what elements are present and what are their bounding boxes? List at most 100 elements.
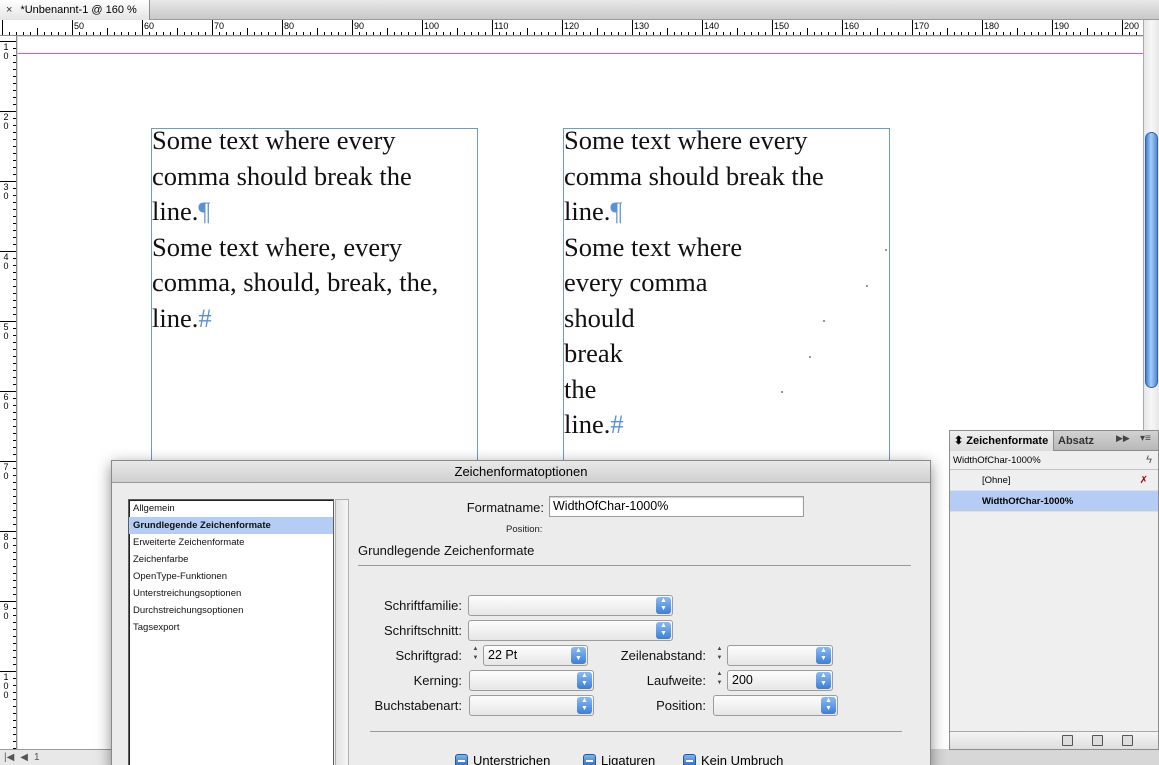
panel-menu-icon[interactable]: ▾≡ — [1140, 433, 1151, 444]
tracking-stepper[interactable]: ▲ ▼ — [713, 670, 726, 691]
format-name-input[interactable]: WidthOfChar-1000% — [549, 496, 804, 517]
ruler-tick — [13, 363, 16, 364]
leading-select[interactable]: ▲ ▼ — [727, 645, 833, 666]
ruler-tick — [13, 335, 16, 336]
scrollbar-thumb[interactable] — [1145, 132, 1158, 388]
ruler-tick — [702, 20, 703, 35]
divider — [370, 731, 902, 732]
category-item[interactable]: Durchstreichungsoptionen — [129, 602, 333, 619]
style-item-widthofchar[interactable]: WidthOfChar-1000% — [950, 491, 1158, 512]
ruler-tick — [13, 251, 16, 252]
ruler-tick — [611, 32, 612, 35]
ruler-tick — [576, 32, 577, 35]
category-item[interactable]: Allgemein — [129, 500, 333, 517]
ruler-tick — [13, 720, 16, 721]
new-style-icon[interactable] — [1092, 735, 1103, 746]
category-item[interactable]: Tagsexport — [129, 619, 333, 636]
ruler-tick — [13, 118, 16, 119]
lightning-icon[interactable]: ϟ — [1146, 451, 1152, 470]
ruler-tick — [1045, 32, 1046, 35]
ruler-tick — [772, 20, 773, 35]
category-item[interactable]: Grundlegende Zeichenformate — [129, 517, 333, 534]
ruler-tick — [793, 32, 794, 35]
ruler-tick — [933, 32, 934, 35]
ruler-tick — [13, 160, 16, 161]
text-line: break — [564, 338, 623, 368]
ruler-tick — [13, 566, 16, 567]
ligatures-checkbox[interactable]: Ligaturen — [583, 753, 655, 765]
no-break-checkbox[interactable]: Kein Umbruch — [683, 753, 783, 765]
ruler-tick — [996, 32, 997, 35]
position-caption: Position: — [506, 524, 543, 535]
kerning-select[interactable]: ▲ ▼ — [469, 670, 594, 691]
horizontal-ruler[interactable]: 50 60 70 80 90 100 110 120 130 140 150 160 170 180 190… — [0, 20, 1143, 36]
font-style-select[interactable]: ▲ ▼ — [468, 620, 673, 641]
ruler-tick — [163, 32, 164, 35]
ruler-tick — [13, 734, 16, 735]
ruler-tick — [436, 32, 437, 35]
underline-checkbox[interactable]: Unterstrichen — [455, 753, 550, 765]
ruler-tick — [13, 188, 16, 189]
expand-icon[interactable]: ▶▶ — [1116, 433, 1130, 444]
text-line: line.# — [564, 409, 624, 439]
prev-page-icon[interactable]: ◀ — [20, 752, 28, 763]
ruler-tick — [13, 391, 16, 392]
tab-zeichenformate[interactable]: ⬍ Zeichenformate — [950, 431, 1054, 451]
ruler-tick — [114, 32, 115, 35]
ruler-tick — [492, 20, 493, 35]
case-select[interactable]: ▲ ▼ — [469, 695, 594, 716]
font-family-select[interactable]: ▲ ▼ — [468, 595, 673, 616]
ruler-tick — [457, 28, 458, 35]
ruler-tick — [989, 32, 990, 35]
close-icon[interactable]: × — [6, 4, 12, 16]
vertical-ruler[interactable]: 10 20 30 40 50 60 70 80 90 100 — [0, 36, 17, 749]
category-item[interactable]: Zeichenfarbe — [129, 551, 333, 568]
ruler-tick — [744, 32, 745, 35]
ruler-tick — [863, 32, 864, 35]
style-item-ohne[interactable]: [Ohne] ✗ — [950, 470, 1158, 491]
trash-icon[interactable] — [1122, 735, 1133, 746]
document-tab[interactable]: × *Unbenannt-1 @ 160 % — [0, 0, 150, 20]
text-frame-right-content[interactable]: Some text where every comma should break … — [564, 123, 824, 443]
category-item[interactable]: OpenType-Funktionen — [129, 568, 333, 585]
ruler-tick — [100, 32, 101, 35]
ruler-tick — [387, 28, 388, 35]
panel-tabs: ⬍ Zeichenformate Absatz ▶▶ ▾≡ — [950, 431, 1158, 451]
ruler-tick — [170, 32, 171, 35]
page-number[interactable]: 1 — [34, 752, 40, 763]
vertical-scrollbar[interactable] — [1143, 20, 1159, 430]
font-size-stepper[interactable]: ▲ ▼ — [469, 645, 482, 666]
position-select[interactable]: ▲ ▼ — [713, 695, 838, 716]
ruler-tick — [135, 32, 136, 35]
ruler-tick — [695, 32, 696, 35]
ruler-tick — [268, 32, 269, 35]
ruler-tick — [415, 32, 416, 35]
tracking-select[interactable]: 200 ▲ ▼ — [727, 670, 833, 691]
tab-absatz[interactable]: Absatz — [1054, 431, 1098, 451]
hidden-char-dot — [885, 249, 887, 251]
ruler-label: 180 — [984, 21, 1000, 31]
ruler-tick — [289, 32, 290, 35]
ruler-tick — [478, 32, 479, 35]
ruler-tick — [632, 20, 633, 35]
hidden-char-dot — [823, 320, 825, 322]
document-tab-bar: × *Unbenannt-1 @ 160 % — [0, 0, 1159, 20]
ruler-tick — [681, 32, 682, 35]
ruler-tick — [13, 97, 16, 98]
folder-icon[interactable] — [1062, 735, 1073, 746]
first-page-icon[interactable]: |◀ — [4, 752, 14, 763]
category-item[interactable]: Unterstreichungsoptionen — [129, 585, 333, 602]
leading-stepper[interactable]: ▲ ▼ — [713, 645, 726, 666]
format-name-label: Formatname: — [466, 500, 544, 515]
category-item[interactable]: Erweiterte Zeichenformate — [129, 534, 333, 551]
text-frame-left-content[interactable]: Some text where every comma should break … — [152, 123, 438, 336]
font-size-select[interactable]: 22 Pt ▲ ▼ — [483, 645, 588, 666]
ruler-tick — [13, 209, 16, 210]
ruler-tick — [191, 32, 192, 35]
text-line: Some text where every — [564, 125, 808, 155]
section-title: Grundlegende Zeichenformate — [358, 543, 535, 558]
ruler-tick — [13, 55, 16, 56]
ruler-tick — [13, 503, 16, 504]
ruler-tick — [275, 32, 276, 35]
ruler-tick — [520, 32, 521, 35]
